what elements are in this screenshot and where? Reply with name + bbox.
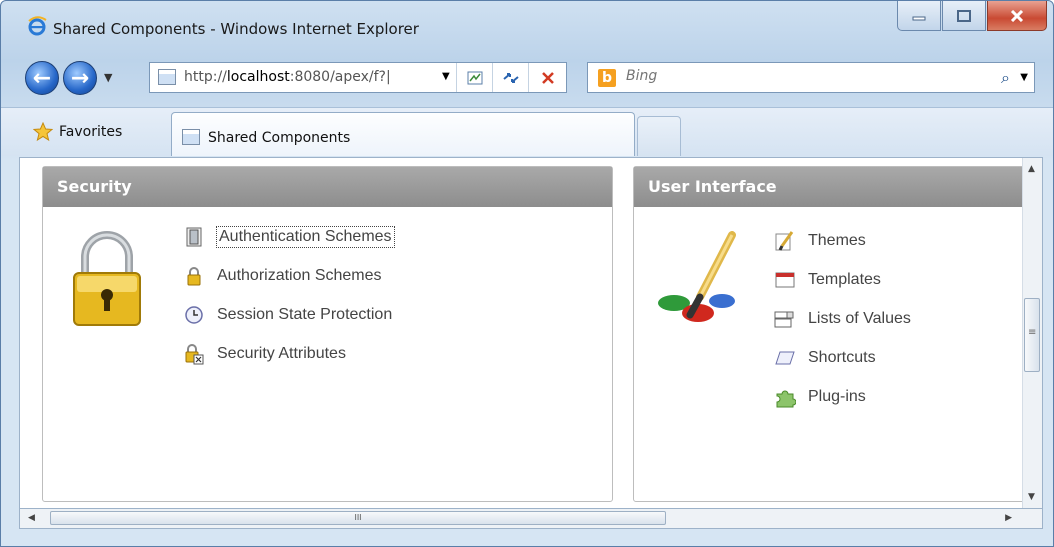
arrow-right-icon: → — [70, 65, 90, 91]
templates-link[interactable]: Templates — [808, 271, 881, 289]
forward-button[interactable]: → — [63, 61, 97, 95]
address-bar[interactable]: http://localhost:8080/apex/f?| ▼ — [149, 62, 567, 93]
security-attributes-link[interactable]: Security Attributes — [217, 345, 346, 363]
navigation-bar: ← → ▼ http://localhost:8080/apex/f?| ▼ b… — [1, 57, 1053, 103]
window-controls — [896, 1, 1047, 39]
close-icon — [1010, 9, 1024, 22]
history-dropdown-icon[interactable]: ▼ — [104, 71, 112, 84]
door-icon — [183, 226, 205, 248]
paintbrush-palette-icon — [658, 231, 736, 322]
vertical-scroll-thumb[interactable]: ≡ — [1024, 298, 1040, 372]
clock-icon — [183, 304, 205, 326]
favorites-label: Favorites — [59, 124, 123, 140]
scroll-down-icon[interactable]: ▼ — [1028, 492, 1035, 502]
search-dropdown-icon[interactable]: ▼ — [1020, 72, 1028, 83]
window-title: Shared Components - Windows Internet Exp… — [53, 20, 419, 38]
new-tab-button[interactable] — [637, 116, 681, 156]
stop-button[interactable] — [528, 63, 567, 92]
refresh-icon — [503, 72, 519, 83]
lists-of-values-link[interactable]: Lists of Values — [808, 310, 911, 328]
search-box[interactable]: b ⌕ ▼ — [587, 62, 1035, 93]
link-templates[interactable]: Templates — [774, 260, 911, 299]
brush-icon — [774, 230, 796, 252]
themes-link[interactable]: Themes — [808, 232, 866, 250]
url-prefix: http:// — [184, 69, 227, 85]
tab-label: Shared Components — [208, 130, 351, 146]
maximize-icon — [957, 9, 971, 22]
user-interface-link-list: Themes Templates Lists of Values Shortcu… — [774, 221, 911, 416]
lock-attributes-icon — [183, 343, 205, 365]
browser-window: Shared Components - Windows Internet Exp… — [0, 0, 1054, 547]
search-input[interactable] — [624, 67, 958, 85]
scroll-grip: III — [354, 513, 362, 522]
favorites-button[interactable]: Favorites — [23, 116, 132, 148]
page-content: Security Authentication Schemes Authoriz… — [19, 157, 1043, 509]
link-themes[interactable]: Themes — [774, 221, 911, 260]
vertical-scrollbar[interactable]: ▲ ≡ ▼ — [1022, 158, 1042, 508]
ie-logo-icon — [28, 16, 47, 36]
link-plug-ins[interactable]: Plug-ins — [774, 377, 911, 416]
list-icon — [774, 308, 796, 330]
scroll-grip: ≡ — [1028, 327, 1037, 338]
close-button[interactable] — [987, 1, 1047, 31]
scroll-right-icon[interactable]: ▶ — [1005, 513, 1012, 523]
link-shortcuts[interactable]: Shortcuts — [774, 338, 911, 377]
compatibility-view-button[interactable] — [456, 63, 493, 92]
url-host: localhost — [226, 69, 290, 85]
minimize-icon — [912, 16, 926, 20]
scroll-left-icon[interactable]: ◀ — [28, 513, 35, 523]
maximize-button[interactable] — [942, 1, 986, 31]
padlock-icon — [73, 231, 141, 326]
template-icon — [774, 269, 796, 291]
address-dropdown-icon[interactable]: ▼ — [442, 71, 450, 82]
back-button[interactable]: ← — [25, 61, 59, 95]
link-security-attributes[interactable]: Security Attributes — [183, 334, 394, 373]
plug-ins-link[interactable]: Plug-ins — [808, 388, 866, 406]
horizontal-scroll-thumb[interactable]: III — [50, 511, 666, 525]
tab-shared-components[interactable]: Shared Components — [171, 112, 635, 156]
security-link-list: Authentication Schemes Authorization Sch… — [183, 217, 395, 373]
address-url[interactable]: http://localhost:8080/apex/f?| — [184, 69, 434, 85]
scroll-up-icon[interactable]: ▲ — [1028, 164, 1035, 174]
arrow-left-icon: ← — [32, 65, 52, 91]
title-bar: Shared Components - Windows Internet Exp… — [1, 1, 1053, 53]
compatibility-view-icon — [467, 71, 483, 84]
session-state-protection-link[interactable]: Session State Protection — [217, 306, 392, 324]
shortcuts-link[interactable]: Shortcuts — [808, 349, 876, 367]
user-interface-panel: User Interface Themes Templates Lists of… — [633, 166, 1025, 502]
security-heading: Security — [43, 167, 612, 207]
security-panel: Security Authentication Schemes Authoriz… — [42, 166, 613, 502]
authentication-schemes-link[interactable]: Authentication Schemes — [216, 225, 395, 248]
page-icon — [158, 69, 176, 85]
url-rest: :8080/apex/f?| — [289, 69, 391, 85]
user-interface-heading: User Interface — [634, 167, 1024, 207]
link-authentication-schemes[interactable]: Authentication Schemes — [183, 217, 395, 256]
link-session-state-protection[interactable]: Session State Protection — [183, 295, 394, 334]
link-authorization-schemes[interactable]: Authorization Schemes — [183, 256, 394, 295]
page-icon — [182, 129, 200, 145]
bing-logo-icon: b — [598, 69, 616, 87]
authorization-schemes-link[interactable]: Authorization Schemes — [217, 267, 382, 285]
stop-icon — [542, 71, 554, 84]
horizontal-scrollbar[interactable]: ◀ III ▶ — [19, 509, 1043, 529]
puzzle-icon — [774, 386, 796, 408]
shortcut-icon — [774, 347, 796, 369]
minimize-button[interactable] — [897, 1, 941, 31]
lock-icon — [183, 265, 205, 287]
star-icon — [33, 122, 53, 142]
tab-bar: Favorites Shared Components — [1, 107, 1053, 156]
link-lists-of-values[interactable]: Lists of Values — [774, 299, 911, 338]
refresh-button[interactable] — [492, 63, 529, 92]
search-icon[interactable]: ⌕ — [1001, 68, 1010, 88]
